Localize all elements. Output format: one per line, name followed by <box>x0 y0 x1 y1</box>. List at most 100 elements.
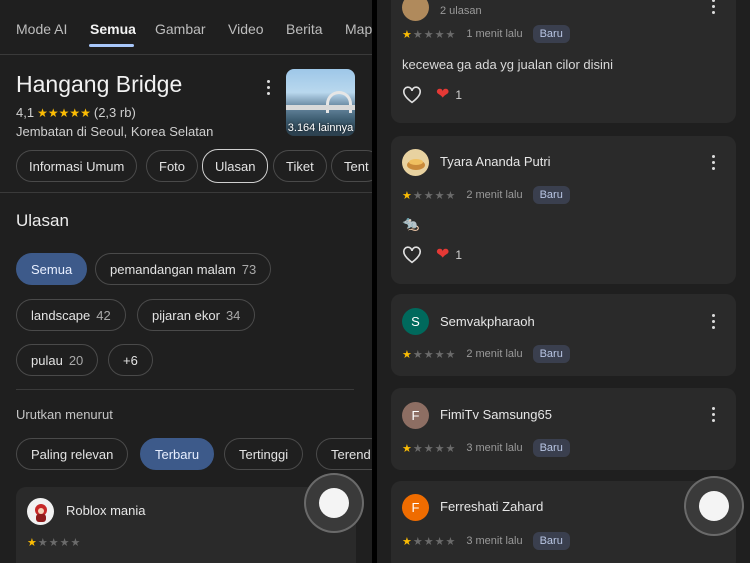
topic-label: pemandangan malam <box>110 261 236 277</box>
floating-action-button[interactable] <box>686 478 742 534</box>
divider <box>16 389 354 390</box>
like-heart-icon[interactable] <box>402 86 422 104</box>
left-panel: Mode AI Semua Gambar Video Berita Map Ha… <box>0 0 372 563</box>
tab-berita[interactable]: Berita <box>286 21 323 37</box>
chip-tentang[interactable]: Tent <box>331 150 372 182</box>
topic-chip-pulau[interactable]: pulau 20 <box>16 344 99 376</box>
reviewer-name[interactable]: Ferreshati Zahard <box>440 499 543 514</box>
new-badge: Baru <box>532 25 570 43</box>
star-filled-icon: ★ <box>402 28 413 41</box>
rating-value: 4,1 <box>16 105 35 120</box>
sort-chip-tertinggi[interactable]: Tertinggi <box>224 438 304 470</box>
topic-label: landscape <box>31 307 91 323</box>
more-options-icon[interactable] <box>705 152 721 172</box>
search-tabs: Mode AI Semua Gambar Video Berita Map <box>0 0 372 56</box>
review-actions: ❤ 1 <box>402 246 462 264</box>
topic-chip-semua[interactable]: Semua <box>16 253 88 285</box>
tab-semua[interactable]: Semua <box>90 21 136 37</box>
new-badge: Baru <box>532 532 570 550</box>
more-options-icon[interactable] <box>260 77 276 97</box>
reviewer-name[interactable]: Roblox mania <box>66 503 146 518</box>
review-card[interactable]: 2 ulasan ★★★★★ 1 menit lalu Baru kecewea… <box>391 0 736 123</box>
star-empty-icon: ★★★★ <box>412 535 457 548</box>
star-empty-icon: ★★★★ <box>412 442 457 455</box>
review-time: 1 menit lalu <box>466 28 523 40</box>
reaction-count[interactable]: ❤ 1 <box>436 247 462 263</box>
divider <box>0 54 372 55</box>
tab-mode-ai[interactable]: Mode AI <box>16 21 67 37</box>
chip-foto[interactable]: Foto <box>146 150 199 182</box>
right-panel: 2 ulasan ★★★★★ 1 menit lalu Baru kecewea… <box>377 0 750 563</box>
review-card[interactable]: F Ferreshati Zahard ★★★★★ 3 menit lalu B… <box>391 481 736 563</box>
more-options-icon[interactable] <box>705 404 721 424</box>
new-badge: Baru <box>532 186 570 204</box>
avatar: F <box>402 494 429 521</box>
tab-video[interactable]: Video <box>228 21 264 37</box>
review-stars: ★★★★★ <box>402 535 456 548</box>
review-card[interactable]: S Semvakpharaoh ★★★★★ 2 menit lalu Baru <box>391 294 736 376</box>
review-stars: ★★★★★ <box>402 28 456 41</box>
review-card[interactable]: F FimiTv Samsung65 ★★★★★ 3 menit lalu Ba… <box>391 388 736 470</box>
rating-row[interactable]: 4,1 ★★★★★ (2,3 rb) <box>16 105 136 120</box>
star-empty-icon: ★★★★ <box>37 537 82 549</box>
topic-chip-pijaran-ekor[interactable]: pijaran ekor 34 <box>137 299 256 331</box>
review-card[interactable]: Roblox mania ★★★★★ <box>16 487 356 563</box>
topic-label: +6 <box>123 352 138 368</box>
review-time: 3 menit lalu <box>466 442 523 454</box>
reviewer-name[interactable]: Tyara Ananda Putri <box>440 154 551 169</box>
place-title: Hangang Bridge <box>16 71 183 97</box>
sort-label: Urutkan menurut <box>16 407 113 422</box>
reviewer-name[interactable]: Semvakpharaoh <box>440 314 535 329</box>
tab-maps[interactable]: Map <box>345 21 372 37</box>
active-tab-indicator <box>89 44 134 47</box>
new-badge: Baru <box>532 439 570 457</box>
place-subtitle: Jembatan di Seoul, Korea Selatan <box>16 124 214 139</box>
new-badge: Baru <box>532 345 570 363</box>
reviewer-review-count: 2 ulasan <box>440 5 482 17</box>
star-filled-icon: ★ <box>402 348 413 361</box>
review-stars: ★★★★★ <box>402 189 456 202</box>
star-filled-icon: ★ <box>402 535 413 548</box>
red-heart-icon: ❤ <box>436 86 450 103</box>
topic-chip-pemandangan-malam[interactable]: pemandangan malam 73 <box>95 253 272 285</box>
review-text: kecewea ga ada yg jualan cilor disini <box>402 57 614 72</box>
review-stars: ★★★★★ <box>27 536 81 549</box>
avatar <box>402 0 429 21</box>
sort-chip-terbaru[interactable]: Terbaru <box>140 438 215 470</box>
roblox-avatar-icon <box>34 503 47 522</box>
sort-chip-terendah[interactable]: Terend <box>316 438 372 470</box>
star-empty-icon: ★★★★ <box>412 348 457 361</box>
more-options-icon[interactable] <box>705 311 721 331</box>
reaction-count[interactable]: ❤ 1 <box>436 87 462 103</box>
red-heart-icon: ❤ <box>436 246 450 263</box>
floating-action-button[interactable] <box>306 475 362 531</box>
review-meta: ★★★★★ 3 menit lalu Baru <box>402 439 570 457</box>
topic-label: Semua <box>31 261 73 277</box>
bridge-deck <box>286 105 355 110</box>
like-count: 1 <box>455 248 463 262</box>
place-photo[interactable]: 3.164 lainnya <box>286 69 355 136</box>
topic-count: 42 <box>96 307 111 323</box>
review-card[interactable]: Tyara Ananda Putri ★★★★★ 2 menit lalu Ba… <box>391 136 736 284</box>
chip-tiket[interactable]: Tiket <box>273 150 327 182</box>
like-heart-icon[interactable] <box>402 246 422 264</box>
tab-gambar[interactable]: Gambar <box>155 21 206 37</box>
review-time: 2 menit lalu <box>466 348 523 360</box>
review-meta: ★★★★★ 2 menit lalu Baru <box>402 186 570 204</box>
chip-ulasan[interactable]: Ulasan <box>202 149 269 183</box>
topic-label: pijaran ekor <box>152 307 220 323</box>
chip-informasi-umum[interactable]: Informasi Umum <box>16 150 138 182</box>
reviewer-name[interactable]: FimiTv Samsung65 <box>440 407 552 422</box>
sort-chip-paling-relevan[interactable]: Paling relevan <box>16 438 129 470</box>
topic-label: pulau <box>31 352 63 368</box>
more-options-icon[interactable] <box>705 0 721 16</box>
topic-chip-landscape[interactable]: landscape 42 <box>16 299 126 331</box>
review-stars: ★★★★★ <box>402 348 456 361</box>
photo-count: 3.164 lainnya <box>287 122 354 134</box>
star-filled-icon: ★ <box>402 189 413 202</box>
review-meta: ★★★★★ 2 menit lalu Baru <box>402 345 570 363</box>
topic-chip-more[interactable]: +6 <box>108 344 153 376</box>
review-time: 3 menit lalu <box>466 535 523 547</box>
star-empty-icon: ★★★★ <box>412 189 457 202</box>
review-count: (2,3 rb) <box>93 105 136 120</box>
